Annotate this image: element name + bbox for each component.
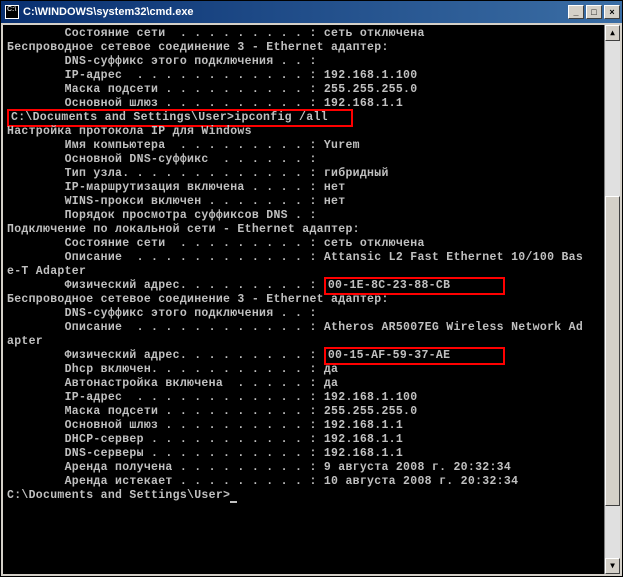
output-line: Аренда истекает . . . . . . . . . : 10 а… xyxy=(7,475,600,489)
output-line: Аренда получена . . . . . . . . . : 9 ав… xyxy=(7,461,600,475)
mac-label: Физический адрес. . . . . . . . . : xyxy=(7,279,324,292)
mac-value: 00-15-AF-59-37-AE xyxy=(328,349,450,362)
mac-value: 00-1E-8C-23-88-CB xyxy=(328,279,450,292)
output-line: Состояние сети . . . . . . . . . : сеть … xyxy=(7,27,600,41)
scroll-down-button[interactable]: ▼ xyxy=(605,558,620,574)
console-container: Состояние сети . . . . . . . . . : сеть … xyxy=(1,23,622,576)
prompt-path: C:\Documents and Settings\User> xyxy=(7,489,230,502)
output-line: Описание . . . . . . . . . . . . : Attan… xyxy=(7,251,600,265)
output-line: IP-адрес . . . . . . . . . . . . : 192.1… xyxy=(7,69,600,83)
output-line: Основной DNS-суффикс . . . . . . : xyxy=(7,153,600,167)
output-line: IP-адрес . . . . . . . . . . . . : 192.1… xyxy=(7,391,600,405)
output-line: Маска подсети . . . . . . . . . . : 255.… xyxy=(7,405,600,419)
vertical-scrollbar[interactable]: ▲ ▼ xyxy=(604,25,620,574)
output-line: Беспроводное сетевое соединение 3 - Ethe… xyxy=(7,41,600,55)
output-line: Маска подсети . . . . . . . . . . : 255.… xyxy=(7,83,600,97)
highlight-mac-2: 00-15-AF-59-37-AE xyxy=(324,347,505,365)
output-line: Описание . . . . . . . . . . . . : Ather… xyxy=(7,321,600,335)
output-line: Тип узла. . . . . . . . . . . . . : гибр… xyxy=(7,167,600,181)
window-buttons: _ □ × xyxy=(568,5,620,19)
output-line: Порядок просмотра суффиксов DNS . : xyxy=(7,209,600,223)
prompt-line: C:\Documents and Settings\User> xyxy=(7,489,600,503)
cmd-window: C:\WINDOWS\system32\cmd.exe _ □ × Состоя… xyxy=(0,0,623,577)
output-line: Имя компьютера . . . . . . . . . : Yurem xyxy=(7,139,600,153)
output-line: IP-маршрутизация включена . . . . : нет xyxy=(7,181,600,195)
output-line: DHCP-сервер . . . . . . . . . . . : 192.… xyxy=(7,433,600,447)
output-line: Состояние сети . . . . . . . . . : сеть … xyxy=(7,237,600,251)
maximize-button[interactable]: □ xyxy=(586,5,602,19)
output-line: Dhcp включен. . . . . . . . . . . : да xyxy=(7,363,600,377)
output-line: Автонастройка включена . . . . . : да xyxy=(7,377,600,391)
output-line: DNS-серверы . . . . . . . . . . . : 192.… xyxy=(7,447,600,461)
output-line: Беспроводное сетевое соединение 3 - Ethe… xyxy=(7,293,600,307)
output-line: Настройка протокола IP для Windows xyxy=(7,125,600,139)
console-output[interactable]: Состояние сети . . . . . . . . . : сеть … xyxy=(3,25,604,574)
output-line: DNS-суффикс этого подключения . . : xyxy=(7,55,600,69)
minimize-button[interactable]: _ xyxy=(568,5,584,19)
prompt-path: C:\Documents and Settings\User> xyxy=(11,111,234,124)
scroll-track[interactable] xyxy=(605,41,620,558)
window-title: C:\WINDOWS\system32\cmd.exe xyxy=(23,6,568,18)
command-text: ipconfig /all xyxy=(234,111,328,124)
output-line: e-T Adapter xyxy=(7,265,600,279)
output-line: apter xyxy=(7,335,600,349)
cmd-icon xyxy=(5,5,19,19)
output-line: WINS-прокси включен . . . . . . . : нет xyxy=(7,195,600,209)
mac-line: Физический адрес. . . . . . . . . : 00-1… xyxy=(7,279,600,293)
cursor xyxy=(230,501,237,503)
output-line: Подключение по локальной сети - Ethernet… xyxy=(7,223,600,237)
mac-label: Физический адрес. . . . . . . . . : xyxy=(7,349,324,362)
output-line: Основной шлюз . . . . . . . . . . : 192.… xyxy=(7,419,600,433)
scroll-up-button[interactable]: ▲ xyxy=(605,25,620,41)
titlebar[interactable]: C:\WINDOWS\system32\cmd.exe _ □ × xyxy=(1,1,622,23)
prompt-line: C:\Documents and Settings\User>ipconfig … xyxy=(7,111,600,125)
close-button[interactable]: × xyxy=(604,5,620,19)
scroll-thumb[interactable] xyxy=(605,196,620,506)
mac-line: Физический адрес. . . . . . . . . : 00-1… xyxy=(7,349,600,363)
output-line: DNS-суффикс этого подключения . . : xyxy=(7,307,600,321)
